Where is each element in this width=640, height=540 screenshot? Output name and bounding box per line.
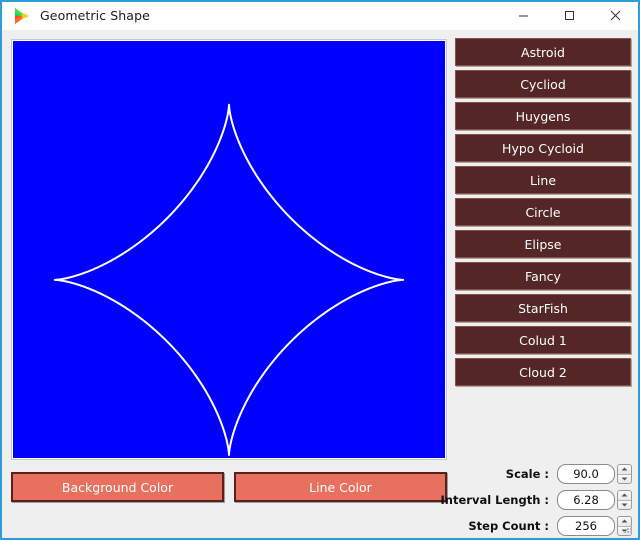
chevron-down-icon[interactable] <box>618 474 631 483</box>
step-count-row: Step Count : 256 <box>447 516 632 536</box>
interval-length-value[interactable]: 6.28 <box>557 490 615 510</box>
shape-button-cycliod[interactable]: Cycliod <box>455 70 631 98</box>
step-count-value[interactable]: 256 <box>557 516 615 536</box>
background-color-button[interactable]: Background Color <box>11 472 224 502</box>
interval-length-label: Interval Length : <box>440 493 549 507</box>
astroid-curve-svg <box>53 103 405 457</box>
drawing-canvas[interactable] <box>13 41 445 458</box>
scale-value[interactable]: 90.0 <box>557 464 615 484</box>
client-area: Background Color Line Color Astroid Cycl… <box>2 30 638 538</box>
chevron-down-icon[interactable] <box>618 500 631 509</box>
chevron-up-icon[interactable] <box>618 465 631 475</box>
shape-button-huygens[interactable]: Huygens <box>455 102 631 130</box>
shape-button-astroid[interactable]: Astroid <box>455 38 631 66</box>
scale-spinner[interactable]: 90.0 <box>557 464 632 484</box>
shape-button-list: Astroid Cycliod Huygens Hypo Cycloid Lin… <box>455 38 631 386</box>
shape-button-elipse[interactable]: Elipse <box>455 230 631 258</box>
shape-button-circle[interactable]: Circle <box>455 198 631 226</box>
scale-label: Scale : <box>505 467 549 481</box>
application-window: Geometric Shape Background Color Line Co… <box>0 0 640 540</box>
parameter-controls: Scale : 90.0 Interval Length : 6.28 Step… <box>441 464 632 536</box>
shape-button-colud-1[interactable]: Colud 1 <box>455 326 631 354</box>
shape-button-hypo-cycloid[interactable]: Hypo Cycloid <box>455 134 631 162</box>
play-triangle-icon <box>10 5 32 27</box>
shape-button-starfish[interactable]: StarFish <box>455 294 631 322</box>
shape-button-fancy[interactable]: Fancy <box>455 262 631 290</box>
scale-row: Scale : 90.0 <box>447 464 632 484</box>
interval-length-row: Interval Length : 6.28 <box>441 490 632 510</box>
maximize-icon[interactable] <box>546 2 592 29</box>
shape-button-line[interactable]: Line <box>455 166 631 194</box>
chevron-up-icon[interactable] <box>618 491 631 501</box>
step-count-label: Step Count : <box>468 519 549 533</box>
scale-stepper[interactable] <box>617 464 632 484</box>
interval-length-spinner[interactable]: 6.28 <box>557 490 632 510</box>
step-count-spinner[interactable]: 256 <box>557 516 632 536</box>
window-title: Geometric Shape <box>40 8 150 23</box>
color-button-row: Background Color Line Color <box>11 472 447 502</box>
title-bar: Geometric Shape <box>2 2 638 30</box>
close-icon[interactable] <box>592 2 638 29</box>
resize-grip-icon[interactable] <box>622 523 634 535</box>
line-color-button[interactable]: Line Color <box>234 472 447 502</box>
shape-button-cloud-2[interactable]: Cloud 2 <box>455 358 631 386</box>
minimize-icon[interactable] <box>500 2 546 29</box>
drawing-canvas-frame <box>11 39 447 460</box>
interval-length-stepper[interactable] <box>617 490 632 510</box>
window-controls <box>500 2 638 29</box>
